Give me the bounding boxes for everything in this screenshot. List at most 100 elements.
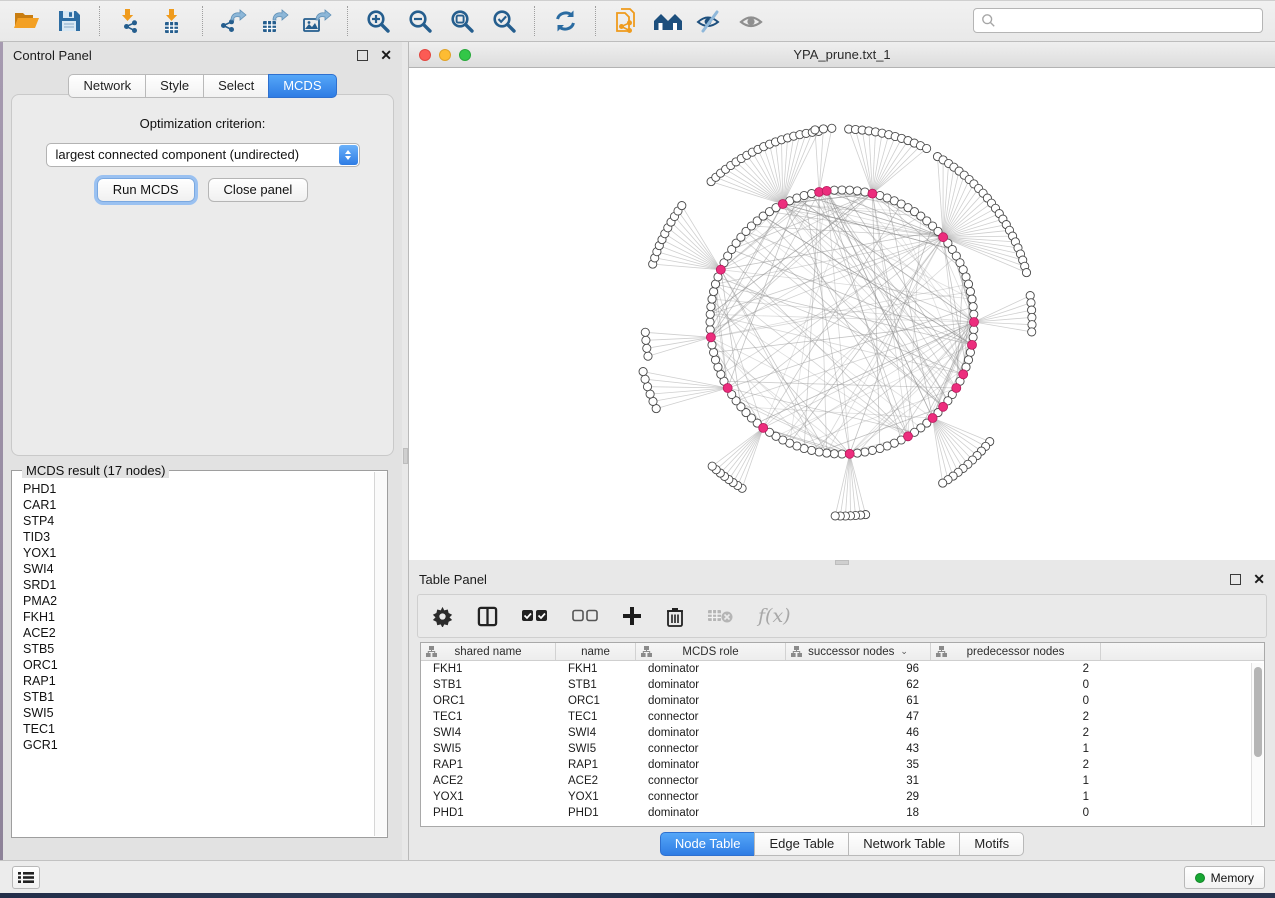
column-header-name[interactable]: name xyxy=(556,643,636,660)
table-row[interactable]: FKH1FKH1dominator962 xyxy=(421,661,1264,677)
save-session-icon[interactable] xyxy=(48,3,90,39)
settings-icon[interactable] xyxy=(432,606,453,627)
memory-label: Memory xyxy=(1211,871,1254,885)
cell-MCDS-role: connector xyxy=(636,711,786,723)
close-panel-icon[interactable]: ✕ xyxy=(1253,574,1265,585)
network-view-window: YPA_prune.txt_1 xyxy=(409,42,1275,560)
search-box[interactable] xyxy=(973,8,1263,33)
tab-mcds[interactable]: MCDS xyxy=(268,74,336,98)
table-row[interactable]: TEC1TEC1connector472 xyxy=(421,709,1264,725)
result-node[interactable]: PHD1 xyxy=(23,481,374,497)
toolbar-separator xyxy=(99,6,100,36)
result-node[interactable]: SWI5 xyxy=(23,705,374,721)
tab-edge-table[interactable]: Edge Table xyxy=(754,832,848,856)
run-mcds-button[interactable]: Run MCDS xyxy=(97,178,195,202)
select-all-columns-icon[interactable] xyxy=(522,609,548,623)
result-node[interactable]: SRD1 xyxy=(23,577,374,593)
export-table-icon[interactable] xyxy=(254,3,296,39)
open-file-icon[interactable] xyxy=(6,3,48,39)
cell-shared-name: ACE2 xyxy=(421,775,556,787)
table-row[interactable]: SWI4SWI4dominator462 xyxy=(421,725,1264,741)
result-node[interactable]: ACE2 xyxy=(23,625,374,641)
cell-name: SWI4 xyxy=(556,727,636,739)
hide-eye-icon[interactable] xyxy=(689,3,731,39)
zoom-out-icon[interactable] xyxy=(399,3,441,39)
result-node[interactable]: STP4 xyxy=(23,513,374,529)
result-node[interactable]: GCR1 xyxy=(23,737,374,753)
float-panel-icon[interactable] xyxy=(1230,574,1241,585)
table-row[interactable]: YOX1YOX1connector291 xyxy=(421,789,1264,805)
column-type-icon xyxy=(426,646,437,660)
result-node[interactable]: TEC1 xyxy=(23,721,374,737)
tab-select[interactable]: Select xyxy=(203,74,268,98)
network-graph[interactable] xyxy=(409,68,1275,559)
network-canvas[interactable] xyxy=(409,68,1275,559)
console-button[interactable] xyxy=(12,866,40,889)
table-row[interactable]: SWI5SWI5connector431 xyxy=(421,741,1264,757)
mcds-result-list[interactable]: PHD1CAR1STP4TID3YOX1SWI4SRD1PMA2FKH1ACE2… xyxy=(12,475,374,836)
navigator-icon[interactable] xyxy=(647,3,689,39)
search-input[interactable] xyxy=(996,11,1262,31)
result-node[interactable]: SWI4 xyxy=(23,561,374,577)
add-column-icon[interactable] xyxy=(622,606,642,626)
result-node[interactable]: RAP1 xyxy=(23,673,374,689)
tab-node-table[interactable]: Node Table xyxy=(660,832,755,856)
function-icon: f(x) xyxy=(758,605,791,627)
memory-button[interactable]: Memory xyxy=(1184,866,1265,889)
splitter-grip[interactable] xyxy=(403,448,408,464)
cell-successor-nodes: 31 xyxy=(786,775,931,787)
deselect-columns-icon[interactable] xyxy=(572,609,598,623)
result-node[interactable]: YOX1 xyxy=(23,545,374,561)
table-scrollbar[interactable] xyxy=(1251,663,1263,825)
clone-network-icon[interactable] xyxy=(605,3,647,39)
result-node[interactable]: STB5 xyxy=(23,641,374,657)
column-type-icon xyxy=(936,646,947,660)
float-panel-icon[interactable] xyxy=(357,50,368,61)
delete-column-icon[interactable] xyxy=(666,606,684,627)
cell-MCDS-role: dominator xyxy=(636,695,786,707)
refresh-icon[interactable] xyxy=(544,3,586,39)
column-header-MCDS-role[interactable]: MCDS role xyxy=(636,643,786,660)
tab-motifs[interactable]: Motifs xyxy=(959,832,1024,856)
close-panel-icon[interactable]: ✕ xyxy=(380,50,392,61)
mcds-result-scrollbar[interactable] xyxy=(374,472,387,836)
table-row[interactable]: ORC1ORC1dominator610 xyxy=(421,693,1264,709)
sort-descending-icon: ⌄ xyxy=(900,646,908,657)
column-header-successor-nodes[interactable]: successor nodes⌄ xyxy=(786,643,931,660)
column-layout-icon[interactable] xyxy=(477,606,498,627)
criterion-dropdown[interactable]: largest connected component (undirected) xyxy=(46,143,360,167)
zoom-in-icon[interactable] xyxy=(357,3,399,39)
zoom-selected-icon[interactable] xyxy=(483,3,525,39)
table-row[interactable]: ACE2ACE2connector311 xyxy=(421,773,1264,789)
tab-style[interactable]: Style xyxy=(145,74,203,98)
splitter-grip[interactable] xyxy=(835,560,849,565)
mcds-tab-content: Optimization criterion: largest connecte… xyxy=(11,94,394,456)
close-panel-button[interactable]: Close panel xyxy=(208,178,309,202)
tab-network[interactable]: Network xyxy=(68,74,145,98)
scrollbar-thumb[interactable] xyxy=(1254,667,1262,757)
result-node[interactable]: TID3 xyxy=(23,529,374,545)
table-row[interactable]: STB1STB1dominator620 xyxy=(421,677,1264,693)
network-window-titlebar[interactable]: YPA_prune.txt_1 xyxy=(409,42,1275,68)
zoom-fit-icon[interactable] xyxy=(441,3,483,39)
table-row[interactable]: RAP1RAP1dominator352 xyxy=(421,757,1264,773)
result-node[interactable]: FKH1 xyxy=(23,609,374,625)
control-panel: Control Panel ✕ NetworkStyleSelectMCDS O… xyxy=(3,42,402,860)
export-network-icon[interactable] xyxy=(212,3,254,39)
result-node[interactable]: ORC1 xyxy=(23,657,374,673)
import-table-icon[interactable] xyxy=(151,3,193,39)
export-image-icon[interactable] xyxy=(296,3,338,39)
desktop-background xyxy=(0,893,1275,898)
tab-network-table[interactable]: Network Table xyxy=(848,832,959,856)
cell-successor-nodes: 62 xyxy=(786,679,931,691)
cell-name: FKH1 xyxy=(556,663,636,675)
table-row[interactable]: PHD1PHD1dominator180 xyxy=(421,805,1264,821)
import-network-icon[interactable] xyxy=(109,3,151,39)
result-node[interactable]: CAR1 xyxy=(23,497,374,513)
show-eye-icon[interactable] xyxy=(731,3,773,39)
result-node[interactable]: STB1 xyxy=(23,689,374,705)
column-header-shared-name[interactable]: shared name xyxy=(421,643,556,660)
result-node[interactable]: PMA2 xyxy=(23,593,374,609)
vertical-splitter[interactable] xyxy=(402,42,409,860)
column-header-predecessor-nodes[interactable]: predecessor nodes xyxy=(931,643,1101,660)
